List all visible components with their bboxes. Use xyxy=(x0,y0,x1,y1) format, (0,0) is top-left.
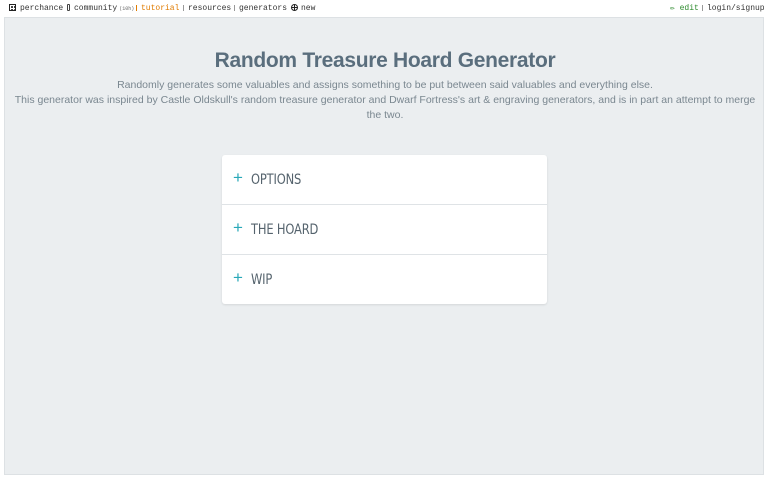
generators-icon xyxy=(234,5,235,11)
nav-perchance-label: perchance xyxy=(20,4,64,13)
nav-tutorial[interactable]: tutorial xyxy=(136,4,179,13)
nav-generators[interactable]: generators xyxy=(234,4,287,13)
nav-edit[interactable]: ✏ edit xyxy=(670,4,699,13)
nav-new-label: new xyxy=(301,4,316,13)
plus-icon: + xyxy=(233,218,243,237)
top-nav: perchance community (10h) tutorial resour… xyxy=(0,0,768,17)
accordion-label-wip: WIP xyxy=(251,272,273,288)
nav-login[interactable]: login/signup xyxy=(702,4,765,13)
community-badge: (10h) xyxy=(119,6,135,12)
nav-tutorial-label: tutorial xyxy=(141,4,180,13)
nav-login-label: login/signup xyxy=(707,4,765,13)
nav-new[interactable]: new xyxy=(291,4,315,13)
nav-resources[interactable]: resources xyxy=(183,4,231,13)
accordion-label-options: OPTIONS xyxy=(251,172,302,188)
login-icon xyxy=(702,5,703,11)
dice-icon xyxy=(9,4,16,11)
nav-generators-label: generators xyxy=(239,4,288,13)
nav-perchance[interactable]: perchance xyxy=(9,4,63,13)
tutorial-icon xyxy=(136,5,137,11)
main-panel: Random Treasure Hoard Generator Randomly… xyxy=(4,17,764,475)
nav-resources-label: resources xyxy=(188,4,232,13)
description-line-1: Randomly generates some valuables and as… xyxy=(117,79,653,91)
nav-edit-label: ✏ edit xyxy=(670,4,699,13)
page-description: Randomly generates some valuables and as… xyxy=(11,78,759,123)
page-title: Random Treasure Hoard Generator xyxy=(214,49,556,72)
accordion-item-the-hoard[interactable]: + THE HOARD xyxy=(222,205,547,255)
description-line-2: This generator was inspired by Castle Ol… xyxy=(14,94,756,121)
community-icon xyxy=(67,4,70,11)
resources-icon xyxy=(183,5,184,11)
nav-community[interactable]: community (10h) xyxy=(67,4,134,14)
accordion-item-wip[interactable]: + WIP xyxy=(222,255,547,304)
accordion-item-options[interactable]: + OPTIONS xyxy=(222,155,547,205)
accordion-label-the-hoard: THE HOARD xyxy=(251,222,319,238)
plus-circle-icon xyxy=(291,4,298,11)
plus-icon: + xyxy=(233,168,243,187)
plus-icon: + xyxy=(233,268,243,287)
nav-community-label: community xyxy=(74,4,118,13)
accordion: + OPTIONS + THE HOARD + WIP xyxy=(222,155,547,304)
